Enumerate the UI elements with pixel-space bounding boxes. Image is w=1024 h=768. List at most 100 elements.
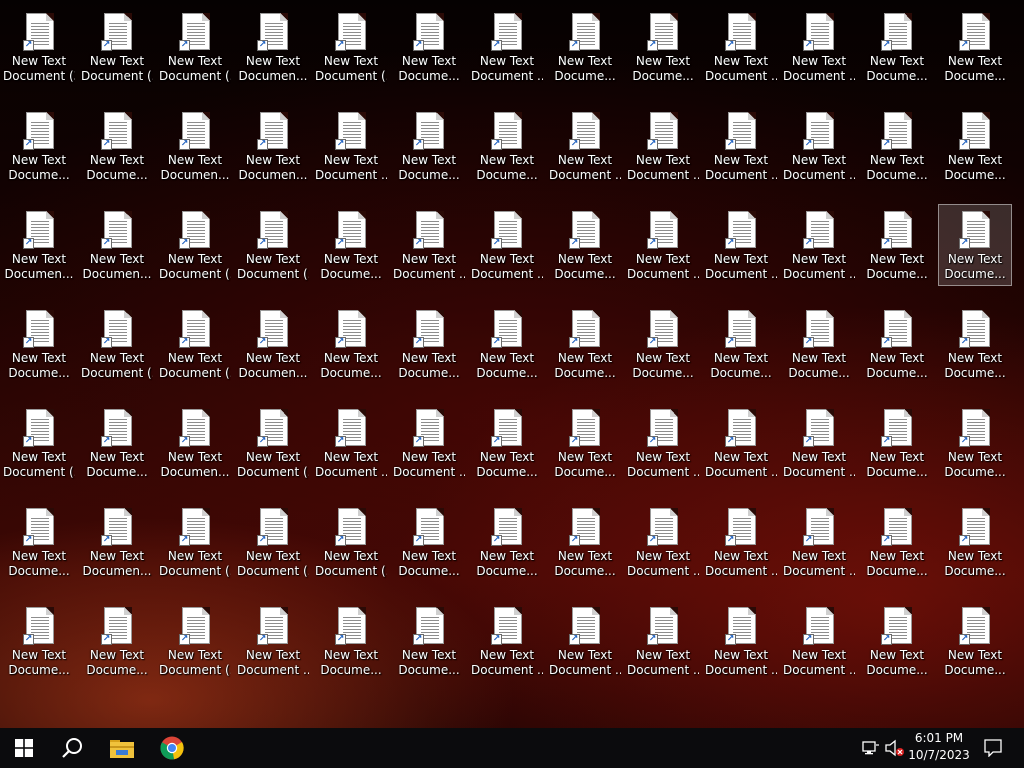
desktop-shortcut[interactable]: ↗ New Text Docume...	[80, 105, 154, 187]
network-button[interactable]	[860, 728, 882, 768]
desktop-shortcut[interactable]: ↗ New Text Docume...	[548, 303, 622, 385]
desktop-shortcut[interactable]: ↗ New Text Document ...	[782, 204, 856, 286]
desktop-shortcut[interactable]: ↗ New Text Docume...	[938, 204, 1012, 286]
desktop-shortcut[interactable]: ↗ New Text Document ...	[626, 402, 700, 484]
desktop-shortcut[interactable]: ↗ New Text Documen...	[80, 501, 154, 583]
start-button[interactable]	[0, 728, 48, 768]
desktop-shortcut[interactable]: ↗ New TextDocument (...	[80, 303, 154, 385]
desktop-shortcut[interactable]: ↗ New Text Docume...	[548, 204, 622, 286]
desktop-shortcut[interactable]: ↗ New Text Docume...	[938, 303, 1012, 385]
desktop-shortcut[interactable]: ↗ New Text Docume...	[80, 600, 154, 682]
desktop-shortcut[interactable]: ↗ New Text Docume...	[392, 501, 466, 583]
desktop-shortcut[interactable]: ↗ New Text Document ...	[704, 6, 778, 88]
desktop-shortcut[interactable]: ↗ New Text Document ...	[626, 600, 700, 682]
desktop-shortcut[interactable]: ↗ New TextDocument (...	[236, 204, 310, 286]
desktop-shortcut[interactable]: ↗ New TextDocument (...	[236, 402, 310, 484]
desktop-shortcut[interactable]: ↗ New Text Documen...	[236, 105, 310, 187]
desktop-shortcut[interactable]: ↗ New Text Docume...	[548, 402, 622, 484]
desktop-shortcut[interactable]: ↗ New Text Docume...	[704, 303, 778, 385]
desktop-shortcut[interactable]: ↗ New Text Docume...	[860, 501, 934, 583]
desktop-shortcut[interactable]: ↗ New Text Documen...	[80, 204, 154, 286]
desktop-shortcut[interactable]: ↗ New Text Docume...	[314, 204, 388, 286]
desktop-shortcut[interactable]: ↗ New Text Docume...	[314, 303, 388, 385]
desktop-shortcut[interactable]: ↗ New TextDocument (...	[80, 6, 154, 88]
desktop-shortcut[interactable]: ↗ New Text Docume...	[392, 600, 466, 682]
desktop-shortcut[interactable]: ↗ New Text Document ...	[392, 204, 466, 286]
desktop-shortcut[interactable]: ↗ New Text Docume...	[938, 105, 1012, 187]
desktop-shortcut[interactable]: ↗ New TextDocument (...	[158, 600, 232, 682]
desktop-shortcut[interactable]: ↗ New TextDocument (...	[314, 501, 388, 583]
desktop-shortcut[interactable]: ↗ New Text Docume...	[626, 6, 700, 88]
desktop-shortcut[interactable]: ↗ New Text Documen...	[236, 303, 310, 385]
volume-button[interactable]	[884, 728, 906, 768]
desktop-shortcut[interactable]: ↗ New Text Document ...	[782, 105, 856, 187]
desktop-shortcut[interactable]: ↗ New Text Docume...	[860, 303, 934, 385]
desktop-shortcut[interactable]: ↗ New Text Document ...	[704, 105, 778, 187]
desktop-shortcut[interactable]: ↗ New Text Document ...	[548, 600, 622, 682]
desktop-shortcut[interactable]: ↗ New TextDocument (...	[314, 6, 388, 88]
desktop-shortcut[interactable]: ↗ New Text Document ...	[548, 105, 622, 187]
desktop-shortcut[interactable]: ↗ New Text Document ...	[704, 204, 778, 286]
desktop-shortcut[interactable]: ↗ New Text Docume...	[938, 6, 1012, 88]
desktop-shortcut[interactable]: ↗ New Text Docume...	[860, 6, 934, 88]
desktop-shortcut[interactable]: ↗ New Text Document ...	[236, 600, 310, 682]
desktop-shortcut[interactable]: ↗ New Text Document ...	[392, 402, 466, 484]
desktop-shortcut[interactable]: ↗ New Text Document ...	[314, 402, 388, 484]
desktop-shortcut[interactable]: ↗ New Text Document ...	[782, 501, 856, 583]
desktop-shortcut[interactable]: ↗ New Text Document ...	[704, 402, 778, 484]
desktop-shortcut[interactable]: ↗ New Text Docume...	[80, 402, 154, 484]
desktop-shortcut[interactable]: ↗ New Text Docume...	[470, 402, 544, 484]
shortcut-label: New Text Docume...	[627, 351, 699, 381]
desktop-shortcut[interactable]: ↗ New Text Document ...	[782, 402, 856, 484]
desktop-shortcut[interactable]: ↗ New Text Docume...	[860, 105, 934, 187]
desktop-shortcut[interactable]: ↗ New Text Docume...	[938, 402, 1012, 484]
chrome-button[interactable]	[148, 728, 196, 768]
desktop-shortcut[interactable]: ↗ New Text Docume...	[470, 501, 544, 583]
desktop-shortcut[interactable]: ↗ New Text Documen...	[158, 402, 232, 484]
desktop-shortcut[interactable]: ↗ New Text Document ...	[782, 600, 856, 682]
clock[interactable]: 6:01 PM 10/7/2023	[906, 730, 972, 766]
desktop-shortcut[interactable]: ↗ New Text Docume...	[938, 600, 1012, 682]
desktop-shortcut[interactable]: ↗ New Text Document ...	[626, 105, 700, 187]
desktop-shortcut[interactable]: ↗ New TextDocument (3)	[2, 6, 76, 88]
desktop-shortcut[interactable]: ↗ New Text Documen...	[2, 204, 76, 286]
desktop-shortcut[interactable]: ↗ New Text Document ...	[626, 204, 700, 286]
desktop-shortcut[interactable]: ↗ New Text Docume...	[392, 303, 466, 385]
desktop-shortcut[interactable]: ↗ New Text Docume...	[470, 105, 544, 187]
desktop-shortcut[interactable]: ↗ New Text Docume...	[626, 303, 700, 385]
desktop-shortcut[interactable]: ↗ New Text Docume...	[860, 600, 934, 682]
desktop-shortcut[interactable]: ↗ New Text Document ...	[704, 501, 778, 583]
desktop-shortcut[interactable]: ↗ New Text Document ...	[704, 600, 778, 682]
desktop-shortcut[interactable]: ↗ New TextDocument (...	[2, 402, 76, 484]
desktop-shortcut[interactable]: ↗ New Text Docume...	[782, 303, 856, 385]
desktop-shortcut[interactable]: ↗ New Text Docume...	[860, 402, 934, 484]
desktop-shortcut[interactable]: ↗ New Text Docume...	[2, 303, 76, 385]
desktop-shortcut[interactable]: ↗ New Text Documen...	[236, 6, 310, 88]
file-explorer-button[interactable]	[98, 728, 146, 768]
desktop-shortcut[interactable]: ↗ New TextDocument (...	[158, 204, 232, 286]
desktop-shortcut[interactable]: ↗ New Text Document ...	[470, 204, 544, 286]
desktop-shortcut[interactable]: ↗ New Text Docume...	[314, 600, 388, 682]
desktop-shortcut[interactable]: ↗ New TextDocument (...	[158, 501, 232, 583]
desktop-shortcut[interactable]: ↗ New TextDocument (...	[236, 501, 310, 583]
action-center-button[interactable]	[978, 728, 1008, 768]
search-button[interactable]	[48, 728, 96, 768]
desktop-shortcut[interactable]: ↗ New Text Docume...	[2, 501, 76, 583]
desktop-shortcut[interactable]: ↗ New Text Docume...	[392, 105, 466, 187]
desktop-shortcut[interactable]: ↗ New Text Docume...	[392, 6, 466, 88]
desktop-shortcut[interactable]: ↗ New Text Document ...	[314, 105, 388, 187]
desktop-shortcut[interactable]: ↗ New TextDocument (...	[158, 303, 232, 385]
desktop-shortcut[interactable]: ↗ New TextDocument (...	[158, 6, 232, 88]
desktop-shortcut[interactable]: ↗ New Text Document ...	[782, 6, 856, 88]
desktop-shortcut[interactable]: ↗ New Text Docume...	[938, 501, 1012, 583]
desktop-shortcut[interactable]: ↗ New Text Document ...	[470, 600, 544, 682]
desktop-shortcut[interactable]: ↗ New Text Docume...	[2, 105, 76, 187]
desktop-shortcut[interactable]: ↗ New Text Docume...	[2, 600, 76, 682]
desktop-shortcut[interactable]: ↗ New Text Docume...	[548, 6, 622, 88]
desktop-shortcut[interactable]: ↗ New Text Docume...	[548, 501, 622, 583]
desktop-shortcut[interactable]: ↗ New Text Documen...	[158, 105, 232, 187]
desktop-shortcut[interactable]: ↗ New Text Document ...	[470, 6, 544, 88]
desktop-shortcut[interactable]: ↗ New Text Docume...	[470, 303, 544, 385]
desktop-shortcut[interactable]: ↗ New Text Document ...	[626, 501, 700, 583]
desktop-shortcut[interactable]: ↗ New Text Docume...	[860, 204, 934, 286]
